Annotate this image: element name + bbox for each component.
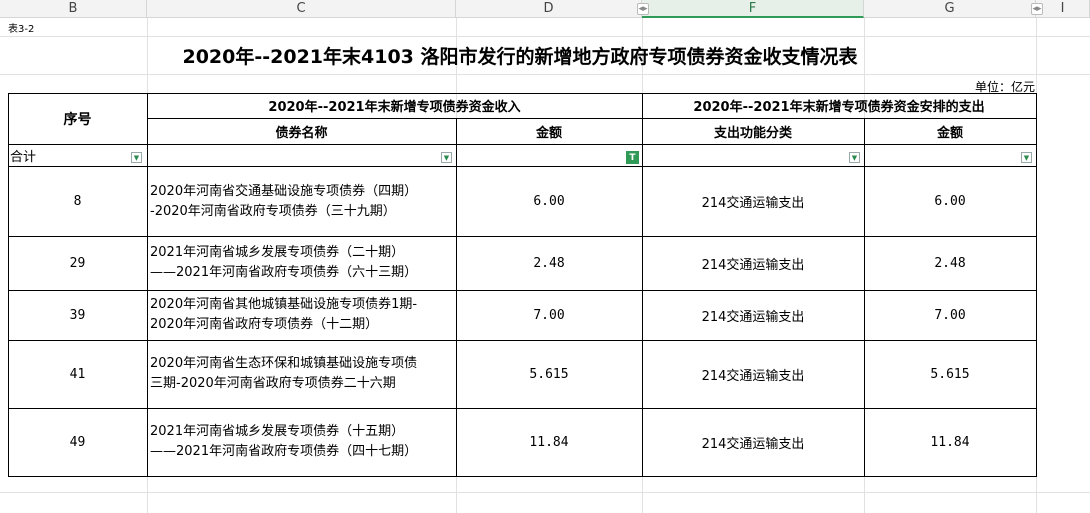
bond-name-line: 2020年河南省生态环保和城镇基础设施专项债 (150, 356, 418, 371)
bond-name-line: 2020年河南省交通基础设施专项债券（四期） (150, 184, 418, 199)
bond-name-line: -2020年河南省政府专项债券（三十九期） (150, 204, 396, 219)
row-amount[interactable]: 2.48 (456, 236, 642, 290)
row-bond-name[interactable]: 2020年河南省其他城镇基础设施专项债券1期- 2020年河南省政府专项债券（十二… (147, 295, 456, 335)
sheet-tag: 表3-2 (8, 24, 35, 35)
filter-dropdown-icon[interactable]: ▼ (131, 152, 142, 163)
bond-name-line: ——2021年河南省政府专项债券（四十七期） (150, 444, 418, 459)
row-seq[interactable]: 49 (8, 408, 147, 476)
column-letter: C (296, 1, 306, 16)
row-func-class[interactable]: 214交通运输支出 (642, 166, 864, 236)
column-letter: F (748, 0, 757, 16)
filter-active-icon[interactable]: T (626, 151, 639, 164)
column-header-g[interactable]: G (864, 0, 1036, 18)
column-header-i[interactable]: I (1036, 0, 1090, 18)
header-income-group[interactable]: 2020年--2021年末新增专项债券资金收入 (147, 93, 642, 118)
total-label[interactable]: 合计 (10, 144, 130, 166)
column-letter: G (944, 1, 955, 16)
row-amount[interactable]: 7.00 (456, 290, 642, 340)
table-border (8, 290, 1036, 291)
row-func-class[interactable]: 214交通运输支出 (642, 408, 864, 476)
row-bond-name[interactable]: 2020年河南省生态环保和城镇基础设施专项债 三期-2020年河南省政府专项债券二… (147, 354, 456, 394)
header-expense-group[interactable]: 2020年--2021年末新增专项债券资金安排的支出 (642, 93, 1036, 118)
row-bond-name[interactable]: 2021年河南省城乡发展专项债券（十五期） ——2021年河南省政府专项债券（四十… (147, 422, 456, 462)
bond-name-line: 2020年河南省政府专项债券（十二期） (150, 317, 379, 332)
table-border (642, 93, 643, 477)
column-header-b[interactable]: B (0, 0, 147, 18)
row-func-class[interactable]: 214交通运输支出 (642, 340, 864, 408)
grid-line (0, 492, 1090, 493)
table-border (147, 118, 1036, 119)
column-header-d[interactable]: D (456, 0, 642, 18)
filter-dropdown-icon[interactable]: ▼ (1021, 152, 1032, 163)
row-amount[interactable]: 11.84 (456, 408, 642, 476)
column-letter: B (68, 1, 78, 16)
row-amount2[interactable]: 11.84 (864, 408, 1036, 476)
row-func-class[interactable]: 214交通运输支出 (642, 290, 864, 340)
bond-name-line: 2020年河南省其他城镇基础设施专项债券1期- (150, 297, 418, 312)
row-seq[interactable]: 8 (8, 166, 147, 236)
table-border (456, 118, 457, 477)
bond-name-line: ——2021年河南省政府专项债券（六十三期） (150, 265, 418, 280)
page-title: 2020年--2021年末4103 洛阳市发行的新增地方政府专项债券资金收支情况… (182, 45, 858, 68)
bond-name-line: 三期-2020年河南省政府专项债券二十六期 (150, 376, 396, 391)
bond-name-line: 2021年河南省城乡发展专项债券（十五期） (150, 424, 405, 439)
table-border (8, 166, 1036, 167)
row-seq[interactable]: 41 (8, 340, 147, 408)
bond-name-line: 2021年河南省城乡发展专项债券（二十期） (150, 245, 405, 260)
row-bond-name[interactable]: 2021年河南省城乡发展专项债券（二十期） ——2021年河南省政府专项债券（六十… (147, 243, 456, 283)
column-letter: I (1060, 1, 1065, 16)
table-border (8, 93, 9, 477)
column-resize-handle-icon[interactable]: ◂▸ (1031, 3, 1043, 15)
filter-dropdown-icon[interactable]: ▼ (849, 152, 860, 163)
table-border (1036, 93, 1037, 477)
header-amount2[interactable]: 金额 (864, 118, 1036, 144)
column-header-c[interactable]: C (147, 0, 456, 18)
table-border (8, 236, 1036, 237)
table-border (8, 476, 1036, 477)
row-amount2[interactable]: 5.615 (864, 340, 1036, 408)
row-seq[interactable]: 29 (8, 236, 147, 290)
header-func-class[interactable]: 支出功能分类 (642, 118, 864, 144)
table-border (147, 93, 148, 477)
header-amount[interactable]: 金额 (456, 118, 642, 144)
table-border (864, 118, 865, 477)
row-amount[interactable]: 6.00 (456, 166, 642, 236)
row-amount[interactable]: 5.615 (456, 340, 642, 408)
row-seq[interactable]: 39 (8, 290, 147, 340)
row-bond-name[interactable]: 2020年河南省交通基础设施专项债券（四期） -2020年河南省政府专项债券（三十… (147, 182, 456, 222)
column-header-f[interactable]: F (642, 0, 864, 18)
table-border (8, 93, 1036, 94)
row-amount2[interactable]: 2.48 (864, 236, 1036, 290)
column-resize-handle-icon[interactable]: ◂▸ (637, 3, 649, 15)
row-amount2[interactable]: 6.00 (864, 166, 1036, 236)
grid-line (0, 36, 1090, 37)
header-seq[interactable]: 序号 (8, 93, 147, 144)
header-bond-name[interactable]: 债券名称 (147, 118, 456, 144)
table-border (8, 340, 1036, 341)
row-amount2[interactable]: 7.00 (864, 290, 1036, 340)
row-func-class[interactable]: 214交通运输支出 (642, 236, 864, 290)
column-letter: D (543, 1, 554, 16)
table-border (8, 144, 1036, 145)
grid-line (0, 74, 1090, 75)
filter-dropdown-icon[interactable]: ▼ (441, 152, 452, 163)
table-border (8, 408, 1036, 409)
